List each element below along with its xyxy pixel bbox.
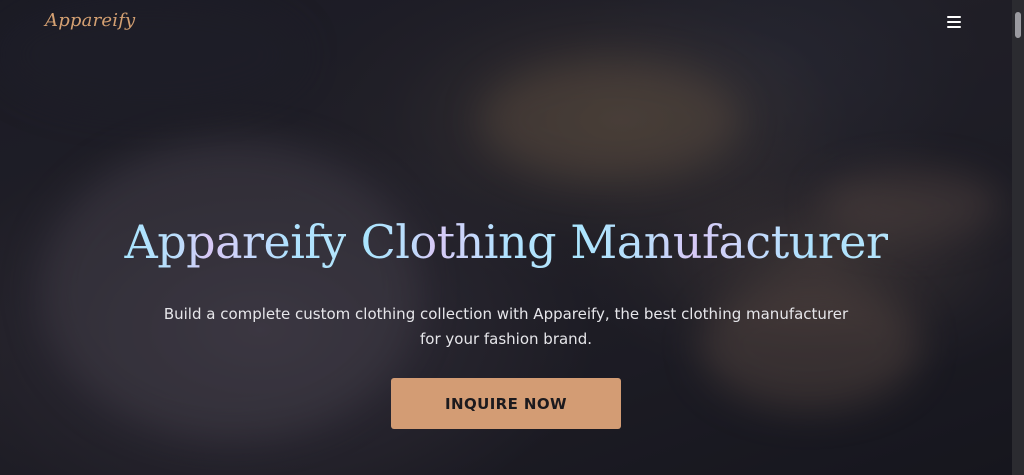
hero-title-word-1: Appareify <box>124 215 347 269</box>
navbar: Appareify <box>0 0 1012 44</box>
hero-title-word-2: Clothing <box>360 215 557 269</box>
hero-title: Appareify Clothing Manufacturer <box>0 212 1012 272</box>
page-scrollbar[interactable] <box>1012 0 1024 475</box>
hero-subtitle: Build a complete custom clothing collect… <box>163 305 849 348</box>
inquire-now-button[interactable]: INQUIRE NOW <box>391 378 621 429</box>
hamburger-menu-icon[interactable] <box>944 14 964 30</box>
scrollbar-thumb[interactable] <box>1015 12 1021 38</box>
hero-title-word-3: Manufacturer <box>570 215 888 269</box>
page: Appareify Appareify Clothing Manufacture… <box>0 0 1024 475</box>
site-logo[interactable]: Appareify <box>45 10 135 31</box>
